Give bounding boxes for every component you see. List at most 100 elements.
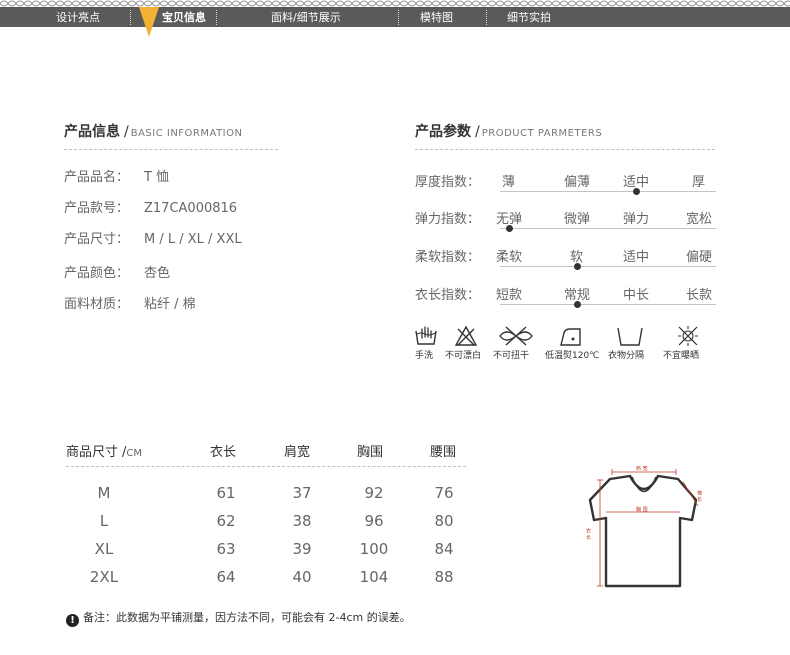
col-header-length: 衣长 [210,445,237,460]
measurement-cell: 38 [292,512,312,530]
param-option: 偏硬 [686,250,713,265]
exclamation-icon: ! [66,614,79,627]
rope-border [0,0,790,7]
nav-divider [216,10,217,25]
care-label-low-iron: 低温熨120℃ [545,351,600,361]
no-bleach-icon [454,325,478,346]
param-option: 中长 [623,288,650,303]
param-selected-dot [506,225,513,232]
tshirt-outline-icon [588,469,699,588]
product-info-heading: 产品信息 / BASIC INFORMATION [64,124,243,140]
size-cell: L [99,512,109,530]
param-scale-line [500,191,716,192]
product-params-heading: 产品参数 / PRODUCT PARMETERS [415,124,603,140]
measurement-cell: 96 [364,512,384,530]
low-iron-icon [560,328,581,346]
nav-product-info[interactable]: 宝贝信息 [162,9,206,27]
info-label: 产品颜色： [64,266,130,281]
param-option: 偏薄 [564,175,591,190]
rope-pattern [0,0,790,7]
info-value: 杏色 [144,266,171,281]
product-params-title: 产品参数 [415,124,471,140]
nav-fabric-details[interactable]: 面料/细节展示 [271,9,341,27]
size-cell: XL [94,540,114,558]
info-label: 面料材质： [64,297,130,312]
col-header-waist: 腰围 [430,445,457,460]
care-label-no-sun: 不宜曝晒 [663,351,700,361]
measurement-cell: 100 [359,540,389,558]
info-row-color: 产品颜色： 杏色 [64,262,170,281]
info-label: 产品款号： [64,201,130,216]
measurement-cell: 104 [359,568,389,586]
product-params-divider [415,149,715,150]
nav-divider [486,10,487,25]
product-params-subtitle: PRODUCT PARMETERS [481,128,603,139]
diagram-length-label: 衣 长 [585,528,591,540]
size-table-title: 商品尺寸/CM [66,445,143,460]
top-nav-bar: 设计亮点 宝贝信息 面料/细节展示 模特图 细节实拍 [0,0,790,37]
product-info-divider [64,149,278,150]
diagram-sleeve-label: 袖 长 [696,490,702,502]
measurement-cell: 37 [292,484,312,502]
measurement-cell: 88 [434,568,454,586]
care-label-hand-wash: 手洗 [415,351,434,361]
info-value: T 恤 [144,170,170,185]
nav-detail-photos[interactable]: 细节实拍 [507,9,551,27]
param-option: 弹力 [623,212,650,227]
size-cell: 2XL [89,568,119,586]
diagram-chest-label: 胸 围 [636,507,648,513]
measurement-cell: 40 [292,568,312,586]
size-table-title-text: 商品尺寸 [66,445,119,460]
product-info-subtitle: BASIC INFORMATION [130,128,243,139]
care-label-separate: 衣物分隔 [608,351,645,361]
param-label: 衣长指数： [415,288,481,303]
param-label: 弹力指数： [415,212,481,227]
measurement-cell: 62 [216,512,236,530]
measurement-cell: 92 [364,484,384,502]
info-row-sizes: 产品尺寸： M / L / XL / XXL [64,228,242,247]
measurement-cell: 84 [434,540,454,558]
param-option: 薄 [502,175,516,190]
param-option: 宽松 [686,212,713,227]
size-table-divider [66,466,466,467]
tshirt-measurement-diagram: 肩 宽 胸 围 衣 长 袖 长 [580,460,710,590]
nav-divider [130,10,131,25]
nav-model-photos[interactable]: 模特图 [420,9,453,27]
param-selected-dot [633,188,640,195]
measurement-cell: 61 [216,484,236,502]
param-scale-line [500,228,716,229]
param-label: 柔软指数： [415,250,481,265]
note-text: 备注：此数据为平铺测量，因方法不同，可能会有 2-4cm 的误差。 [83,611,411,624]
size-table-unit: CM [126,448,143,459]
param-label: 厚度指数： [415,175,481,190]
info-label: 产品尺寸： [64,232,130,247]
param-scale-line [500,266,716,267]
hand-wash-icon [415,326,437,345]
param-option: 长款 [686,288,713,303]
info-value: 粘纤 / 棉 [144,297,196,312]
care-label-no-wring: 不可扭干 [493,351,530,361]
product-info-title: 产品信息 [64,124,120,140]
measurement-cell: 39 [292,540,312,558]
measurement-cell: 80 [434,512,454,530]
param-selected-dot [574,263,581,270]
nav-design-highlights[interactable]: 设计亮点 [56,9,100,27]
care-label-no-bleach: 不可漂白 [445,351,482,361]
info-value: M / L / XL / XXL [144,232,242,247]
info-row-material: 面料材质： 粘纤 / 棉 [64,293,196,312]
measurement-cell: 64 [216,568,236,586]
param-option: 微弹 [564,212,591,227]
info-value: Z17CA000816 [144,201,238,216]
param-scale-line [500,304,716,305]
measurement-cell: 63 [216,540,236,558]
measurement-note: ! 备注：此数据为平铺测量，因方法不同，可能会有 2-4cm 的误差。 [66,609,411,627]
active-tab-marker-icon [139,7,159,37]
param-selected-dot [574,301,581,308]
param-option: 柔软 [496,250,523,265]
info-row-style-number: 产品款号： Z17CA000816 [64,197,237,216]
size-cell: M [97,484,111,502]
diagram-shoulder-label: 肩 宽 [636,466,648,472]
param-option: 厚 [692,175,706,190]
measurement-cell: 76 [434,484,454,502]
nav-divider [398,10,399,25]
